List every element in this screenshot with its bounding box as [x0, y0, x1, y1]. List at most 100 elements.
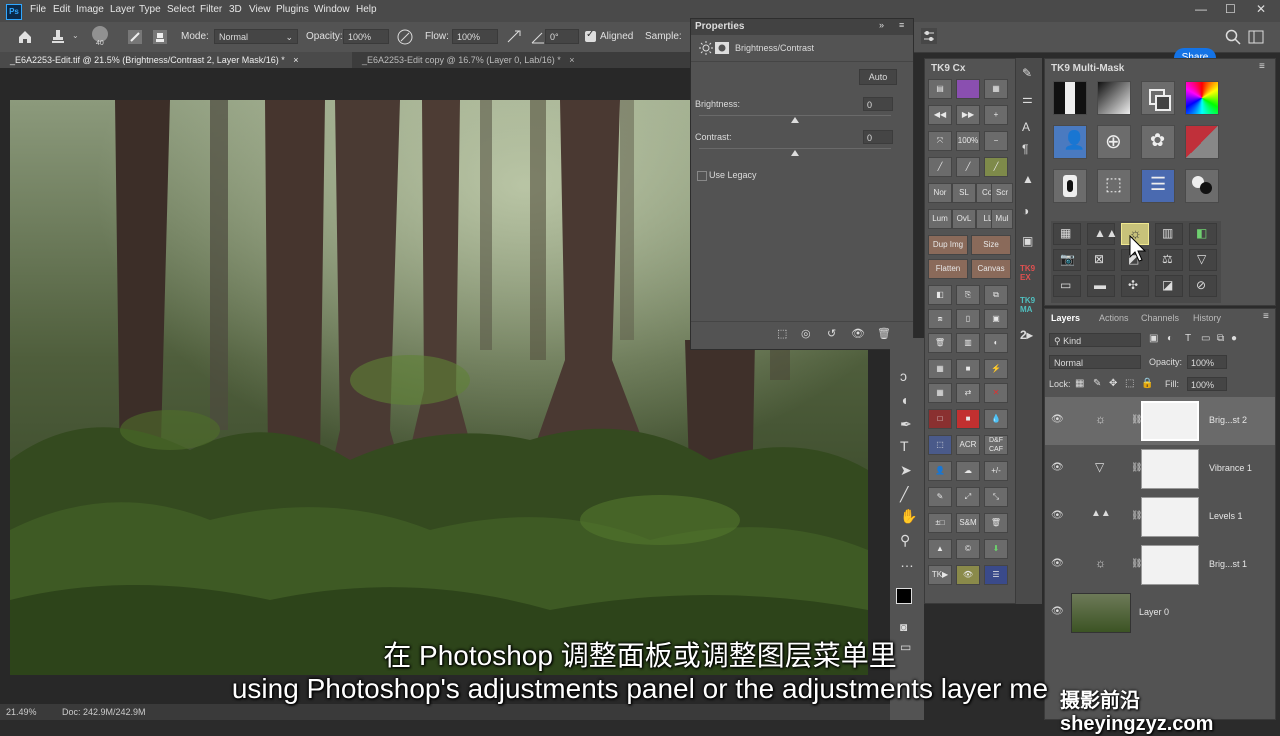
- dup-img-button[interactable]: Dup Img: [928, 235, 968, 255]
- zoom-level[interactable]: 21.49%: [6, 707, 37, 717]
- mode-select[interactable]: Normal ⌄: [214, 29, 298, 44]
- menu-help[interactable]: Help: [356, 4, 377, 15]
- workspace-icon[interactable]: [1248, 29, 1264, 45]
- sm-button[interactable]: S&M: [956, 513, 980, 533]
- airbrush-icon[interactable]: [505, 28, 523, 46]
- dropdown-chevron-icon[interactable]: ⌄: [72, 31, 79, 40]
- contrast-field[interactable]: 0: [863, 130, 893, 144]
- blend-lum-button[interactable]: Lum: [928, 209, 952, 229]
- visibility-eye-icon[interactable]: 👁: [1051, 414, 1064, 425]
- stamp-panel-icon[interactable]: ▲: [1022, 172, 1034, 186]
- menu-view[interactable]: View: [249, 4, 271, 15]
- palette-icon[interactable]: ▦: [984, 79, 1008, 99]
- lock-paint-icon[interactable]: ✎: [1093, 378, 1101, 389]
- person-icon[interactable]: 👤: [928, 461, 952, 481]
- mask-selection-brush-icon[interactable]: ⬚: [1097, 169, 1131, 203]
- layer-name[interactable]: Brig...st 2: [1209, 415, 1247, 425]
- layer-mask-thumb[interactable]: [1141, 449, 1199, 489]
- angle-field[interactable]: 0°: [545, 29, 579, 44]
- brush-gray-icon[interactable]: ╱: [984, 157, 1008, 177]
- lock-move-icon[interactable]: ✥: [1109, 378, 1117, 389]
- blend-mul-button[interactable]: Mul: [991, 209, 1013, 229]
- flow-field[interactable]: 100%: [452, 29, 498, 44]
- tab-channels[interactable]: Channels: [1141, 313, 1179, 323]
- panel-menu-icon[interactable]: ≡: [1263, 311, 1269, 322]
- panel-menu-icon[interactable]: ≡: [1259, 61, 1265, 72]
- close-icon[interactable]: ✕: [1256, 2, 1266, 16]
- mask-overlap-icon[interactable]: [1141, 81, 1175, 115]
- vibrance-triangle-icon[interactable]: ▽: [1189, 249, 1217, 271]
- tk9-2-icon[interactable]: 2▸: [1020, 328, 1033, 342]
- red-outline-icon[interactable]: □: [928, 409, 952, 429]
- layer-mask-thumb[interactable]: [1141, 545, 1199, 585]
- hue-saturation-icon[interactable]: ◧: [1189, 223, 1217, 245]
- menu-3d[interactable]: 3D: [229, 4, 242, 15]
- plus-minus-button[interactable]: +/-: [984, 461, 1008, 481]
- close-tab-icon[interactable]: ×: [569, 55, 574, 65]
- foreground-color-swatch[interactable]: [896, 588, 912, 604]
- threshold-icon[interactable]: ⊘: [1189, 275, 1217, 297]
- lasso-tool-icon[interactable]: ↄ: [900, 368, 907, 384]
- visibility-eye-icon[interactable]: 👁: [1051, 606, 1064, 617]
- tab-layers[interactable]: Layers: [1051, 313, 1080, 323]
- camera-raw-icon[interactable]: 📷: [1053, 249, 1081, 271]
- photo-filter-icon[interactable]: ▬: [1087, 275, 1115, 297]
- mask-flower-icon[interactable]: ✿: [1141, 125, 1175, 159]
- menu-file[interactable]: File: [30, 4, 46, 15]
- df-caf-button[interactable]: D&F CAF: [984, 435, 1008, 455]
- layer-row[interactable]: 👁 Layer 0: [1045, 589, 1275, 637]
- stack-icon[interactable]: ▥: [956, 333, 980, 353]
- adjust-sliders-icon[interactable]: ⚌: [1022, 92, 1033, 106]
- blend-scr-button[interactable]: Scr: [991, 183, 1013, 203]
- tab-actions[interactable]: Actions: [1099, 313, 1129, 323]
- acr-button[interactable]: ACR: [956, 435, 980, 455]
- new-doc-icon[interactable]: ▤: [928, 79, 952, 99]
- fill-field[interactable]: 100%: [1187, 377, 1227, 391]
- pm-box-button[interactable]: ±□: [928, 513, 952, 533]
- doc-icon[interactable]: ▯: [956, 309, 980, 329]
- stamp-icon[interactable]: ⎘: [956, 285, 980, 305]
- tab-document-active[interactable]: _E6A2253-Edit.tif @ 21.5% (Brightness/Co…: [0, 52, 352, 68]
- plus-icon[interactable]: +: [984, 105, 1008, 125]
- tk9-ma-icon[interactable]: TK9 MA: [1020, 296, 1040, 314]
- lock-artboard-icon[interactable]: ⬚: [1125, 378, 1134, 389]
- forward-icon[interactable]: ▶▶: [956, 105, 980, 125]
- black-square-icon[interactable]: ■: [956, 359, 980, 379]
- mask-icon[interactable]: [715, 41, 729, 55]
- type-tool-icon[interactable]: T: [900, 438, 909, 454]
- red-fill-icon[interactable]: ■: [956, 409, 980, 429]
- blend-mode-select[interactable]: Normal: [1049, 355, 1141, 369]
- filter-pixel-icon[interactable]: ▣: [1149, 333, 1158, 344]
- brush-settings-icon[interactable]: [127, 29, 143, 45]
- grid-icon[interactable]: ▦: [928, 383, 952, 403]
- eye-icon[interactable]: 👁: [956, 565, 980, 585]
- filter-kind-select[interactable]: ⚲ Kind: [1049, 333, 1141, 347]
- mask-gradient-icon[interactable]: [1097, 81, 1131, 115]
- merge-icon[interactable]: ⧉: [984, 285, 1008, 305]
- levels-icon[interactable]: ▲▲: [1087, 223, 1118, 245]
- color-icon[interactable]: [956, 79, 980, 99]
- blend-sl-button[interactable]: SL: [952, 183, 976, 203]
- use-legacy-checkbox[interactable]: [697, 171, 707, 181]
- channel-mixer-icon[interactable]: ✣: [1121, 275, 1149, 297]
- menu-filter[interactable]: Filter: [200, 4, 222, 15]
- visibility-eye-icon[interactable]: 👁: [1051, 462, 1064, 473]
- menu-plugins[interactable]: Plugins: [276, 4, 309, 15]
- line-tool-icon[interactable]: ╱: [900, 486, 908, 503]
- menu-select[interactable]: Select: [167, 4, 195, 15]
- menu-edit[interactable]: Edit: [53, 4, 70, 15]
- pressure-opacity-icon[interactable]: [396, 28, 414, 46]
- select-box-icon[interactable]: ⬚: [928, 435, 952, 455]
- layer-mask-thumb[interactable]: [1141, 401, 1199, 441]
- menu-image[interactable]: Image: [76, 4, 104, 15]
- visibility-eye-icon[interactable]: 👁: [1051, 558, 1064, 569]
- close-x-icon[interactable]: ✕: [984, 383, 1008, 403]
- fit-icon[interactable]: ⤧: [928, 131, 952, 151]
- layers-stack-icon[interactable]: ☰: [984, 565, 1008, 585]
- hand-tool-icon[interactable]: ✋: [900, 508, 917, 525]
- filter-shape-icon[interactable]: ▭: [1201, 333, 1210, 344]
- trash-icon[interactable]: 🗑: [984, 513, 1008, 533]
- size-button[interactable]: Size: [971, 235, 1011, 255]
- pen-icon[interactable]: ✎: [928, 487, 952, 507]
- contract-icon[interactable]: ⤡: [984, 487, 1008, 507]
